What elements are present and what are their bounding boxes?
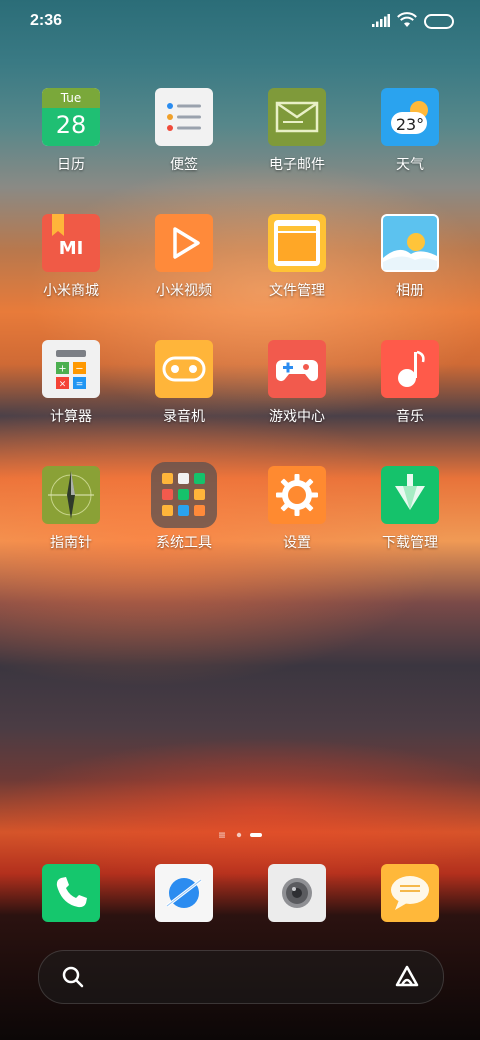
settings-icon	[268, 466, 326, 524]
app-calculator[interactable]: + − × = 计算器	[16, 340, 126, 426]
app-weather[interactable]: 23° 天气	[355, 88, 465, 174]
camera-icon[interactable]	[268, 864, 326, 922]
game-center-icon	[268, 340, 326, 398]
app-game-center[interactable]: 游戏中心	[242, 340, 352, 426]
gallery-icon	[381, 214, 439, 272]
svg-text:×: ×	[59, 380, 67, 390]
app-label: 设置	[283, 535, 311, 551]
svg-text:=: =	[76, 380, 84, 390]
svg-text:−: −	[75, 364, 83, 375]
app-music[interactable]: 音乐	[355, 340, 465, 426]
calculator-icon: + − × =	[42, 340, 100, 398]
app-label: 系统工具	[156, 535, 212, 551]
app-label: 天气	[396, 157, 424, 173]
app-label: 相册	[396, 283, 424, 299]
signal-icon	[372, 14, 390, 27]
music-icon	[381, 340, 439, 398]
app-label: 录音机	[163, 409, 205, 425]
app-label: 计算器	[50, 409, 92, 425]
calendar-icon: Tue 28	[42, 88, 100, 146]
app-system-tools-folder[interactable]: 系统工具	[129, 462, 239, 552]
recorder-icon	[155, 340, 213, 398]
download-manager-icon	[381, 466, 439, 524]
app-file-manager[interactable]: 文件管理	[242, 214, 352, 300]
search-icon	[62, 966, 84, 988]
file-manager-icon	[268, 214, 326, 272]
search-bar[interactable]	[38, 950, 444, 1004]
app-gallery[interactable]: 相册	[355, 214, 465, 300]
app-label: 日历	[57, 157, 85, 173]
app-label: 文件管理	[269, 283, 325, 299]
app-email[interactable]: 电子邮件	[242, 88, 352, 174]
calendar-weekday: Tue	[60, 91, 82, 105]
compass-icon	[42, 466, 100, 524]
page-indicator	[219, 832, 262, 838]
calendar-day: 28	[55, 111, 87, 139]
app-label: 便签	[170, 157, 198, 173]
mi-video-icon	[155, 214, 213, 272]
mi-logo-text: MI	[58, 238, 84, 259]
weather-temperature: 23°	[395, 115, 425, 134]
system-tools-folder-icon	[151, 462, 217, 528]
app-label: 小米视频	[156, 283, 212, 299]
weather-icon: 23°	[381, 88, 439, 146]
browser-icon[interactable]	[155, 864, 213, 922]
svg-text:+: +	[58, 364, 66, 375]
app-label: 指南针	[50, 535, 92, 551]
app-compass[interactable]: 指南针	[16, 466, 126, 552]
wifi-icon	[397, 12, 417, 27]
app-notes[interactable]: 便签	[129, 88, 239, 174]
notes-icon	[155, 88, 213, 146]
messages-icon[interactable]	[381, 864, 439, 922]
status-bar: 2:36	[0, 0, 480, 40]
app-label: 电子邮件	[269, 157, 325, 173]
email-icon	[268, 88, 326, 146]
app-download-manager[interactable]: 下载管理	[355, 466, 465, 552]
app-recorder[interactable]: 录音机	[129, 340, 239, 426]
app-label: 下载管理	[382, 535, 438, 551]
app-label: 音乐	[396, 409, 424, 425]
app-mi-video[interactable]: 小米视频	[129, 214, 239, 300]
app-mi-store[interactable]: MI 小米商城	[16, 214, 126, 300]
app-settings[interactable]: 设置	[242, 466, 352, 552]
app-calendar[interactable]: Tue 28 日历	[16, 88, 126, 174]
app-label: 游戏中心	[269, 409, 325, 425]
phone-icon[interactable]	[42, 864, 100, 922]
app-label: 小米商城	[43, 283, 99, 299]
battery-icon	[424, 14, 454, 29]
status-time: 2:36	[30, 12, 63, 29]
mi-store-icon: MI	[42, 214, 100, 272]
assistant-icon[interactable]	[393, 963, 421, 991]
